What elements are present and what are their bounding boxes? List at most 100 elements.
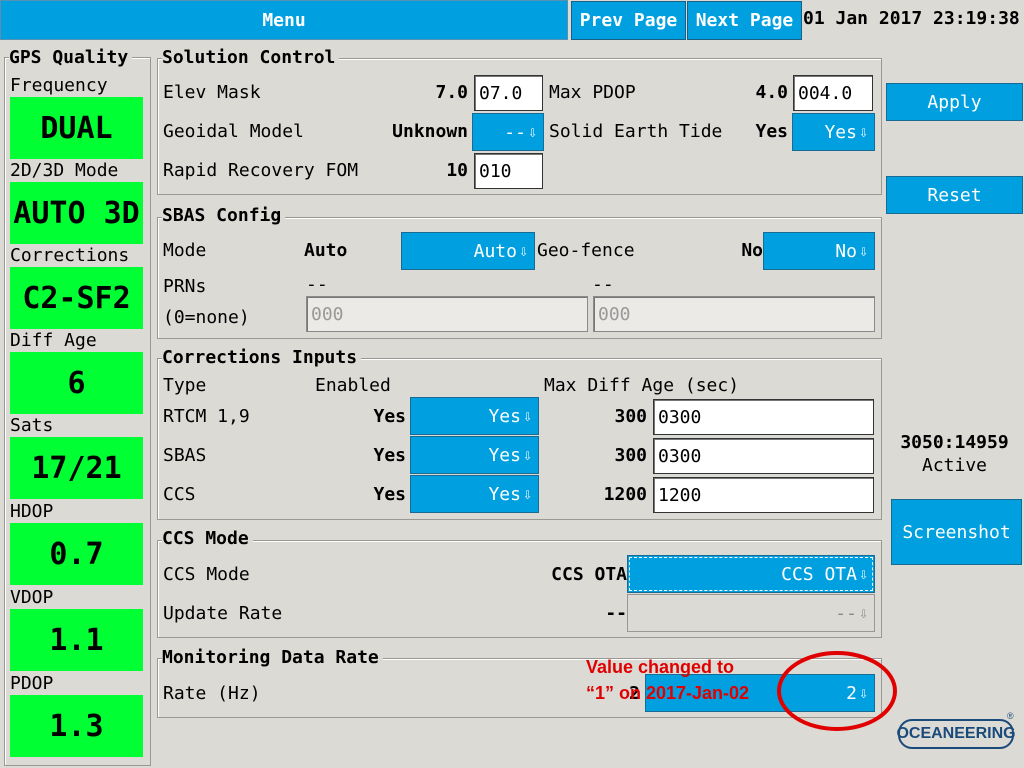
registered-mark: ®	[1007, 711, 1014, 721]
download-arrow-icon: ⇩	[522, 407, 532, 425]
solid-earth-tide-current: Yes	[755, 121, 788, 142]
next-page-button[interactable]: Next Page	[687, 1, 802, 40]
sbas-mode-label: Mode	[163, 240, 207, 261]
sbas-type-label: SBAS	[163, 445, 207, 466]
geo-fence-label: Geo-fence	[537, 240, 635, 261]
hdop-value: 0.7	[10, 523, 143, 585]
reset-button[interactable]: Reset	[886, 176, 1023, 214]
hdop-label: HDOP	[10, 501, 54, 522]
geo-fence-dropdown[interactable]: No ⇩	[763, 232, 875, 270]
geoidal-model-current: Unknown	[392, 121, 468, 142]
prns-sub-label: (0=none)	[163, 307, 250, 328]
download-arrow-icon: ⇩	[858, 123, 868, 141]
ccs-enabled-selected: Yes	[488, 483, 521, 505]
update-rate-current: --	[605, 603, 627, 624]
download-arrow-icon: ⇩	[518, 242, 528, 260]
update-rate-dropdown[interactable]: -- ⇩	[627, 594, 875, 632]
diff-age-label: Diff Age	[10, 330, 97, 351]
sbas-mode-selected: Auto	[473, 240, 517, 262]
col-type-header: Type	[163, 375, 207, 396]
ccs-mode-selected: CCS OTA	[781, 563, 857, 585]
ccs-mode-dropdown[interactable]: CCS OTA ⇩	[627, 555, 875, 593]
solid-earth-tide-label: Solid Earth Tide	[549, 121, 723, 142]
prn1-current: --	[306, 274, 328, 295]
rapid-recovery-input[interactable]: 010	[474, 153, 543, 189]
pdop-label: PDOP	[10, 673, 54, 694]
frequency-value: DUAL	[10, 97, 143, 159]
annotation-line-1: Value changed to	[586, 657, 735, 677]
ccs-enabled-dropdown[interactable]: Yes ⇩	[410, 475, 539, 513]
download-arrow-icon: ⇩	[522, 485, 532, 503]
ccs-type-label: CCS	[163, 484, 196, 505]
prn2-current: --	[592, 274, 614, 295]
menu-button[interactable]: Menu	[0, 0, 568, 40]
sats-label: Sats	[10, 415, 54, 436]
geoidal-model-dropdown[interactable]: -- ⇩	[472, 113, 544, 151]
prns-label: PRNs	[163, 276, 207, 297]
geoidal-model-selected: --	[504, 121, 526, 143]
rtcm-enabled-current: Yes	[373, 406, 406, 427]
status-text: Active	[921, 455, 988, 476]
prev-page-button[interactable]: Prev Page	[571, 1, 686, 40]
sats-value: 17/21	[10, 437, 143, 499]
ccs-age-input[interactable]: 1200	[653, 477, 874, 513]
download-arrow-icon: ⇩	[858, 565, 868, 583]
rtcm-age-input[interactable]: 0300	[653, 399, 874, 435]
geo-fence-selected: No	[835, 240, 857, 262]
screenshot-button[interactable]: Screenshot	[891, 499, 1022, 565]
sbas-enabled-selected: Yes	[488, 444, 521, 466]
oceaneering-logo: OCEANEERING	[896, 719, 1016, 749]
apply-button[interactable]: Apply	[886, 83, 1023, 121]
sbas-config-title: SBAS Config	[162, 205, 286, 226]
col-enabled-header: Enabled	[315, 375, 391, 396]
download-arrow-icon: ⇩	[858, 604, 868, 622]
mode-value: AUTO 3D	[10, 182, 143, 244]
sbas-mode-dropdown[interactable]: Auto ⇩	[401, 232, 535, 270]
solid-earth-tide-selected: Yes	[824, 121, 857, 143]
solid-earth-tide-dropdown[interactable]: Yes ⇩	[792, 113, 875, 151]
rtcm-enabled-dropdown[interactable]: Yes ⇩	[410, 397, 539, 435]
geoidal-model-label: Geoidal Model	[163, 121, 304, 142]
sbas-mode-current: Auto	[304, 240, 348, 261]
ccs-enabled-current: Yes	[373, 484, 406, 505]
download-arrow-icon: ⇩	[858, 242, 868, 260]
vdop-label: VDOP	[10, 587, 54, 608]
status-code: 3050:14959	[900, 432, 1009, 453]
max-pdop-input[interactable]: 004.0	[793, 75, 873, 111]
ccs-mode-current: CCS OTA	[551, 564, 627, 585]
elev-mask-input[interactable]: 07.0	[474, 75, 543, 111]
frequency-label: Frequency	[10, 75, 108, 96]
annotation-circle	[777, 651, 897, 731]
rate-label: Rate (Hz)	[163, 683, 261, 704]
download-arrow-icon: ⇩	[522, 446, 532, 464]
col-max-age-header: Max Diff Age (sec)	[544, 375, 740, 396]
ccs-mode-label: CCS Mode	[163, 564, 250, 585]
sbas-age-current: 300	[614, 445, 647, 466]
elev-mask-current: 7.0	[435, 82, 468, 103]
sbas-enabled-dropdown[interactable]: Yes ⇩	[410, 436, 539, 474]
download-arrow-icon: ⇩	[527, 123, 537, 141]
gps-quality-title: GPS Quality	[9, 47, 133, 68]
rtcm-age-current: 300	[614, 406, 647, 427]
datetime-display: 01 Jan 2017 23:19:38	[803, 8, 1020, 29]
max-pdop-label: Max PDOP	[549, 82, 636, 103]
monitoring-title: Monitoring Data Rate	[162, 647, 383, 668]
annotation-line-2: “1” on 2017-Jan-02	[586, 683, 750, 703]
sbas-age-input[interactable]: 0300	[653, 438, 874, 474]
geo-fence-current: No	[741, 240, 763, 261]
diff-age-value: 6	[10, 352, 143, 414]
corrections-inputs-title: Corrections Inputs	[162, 347, 362, 368]
corrections-label: Corrections	[10, 245, 130, 266]
rtcm-type-label: RTCM 1,9	[163, 406, 250, 427]
prn2-input[interactable]: 000	[593, 296, 875, 332]
ccs-mode-title: CCS Mode	[162, 528, 253, 549]
vdop-value: 1.1	[10, 609, 143, 671]
update-rate-selected: --	[835, 602, 857, 624]
max-pdop-current: 4.0	[755, 82, 788, 103]
rtcm-enabled-selected: Yes	[488, 405, 521, 427]
prn1-input[interactable]: 000	[306, 296, 588, 332]
corrections-value: C2-SF2	[10, 267, 143, 329]
solution-control-title: Solution Control	[162, 47, 340, 68]
ccs-age-current: 1200	[603, 484, 647, 505]
rapid-recovery-label: Rapid Recovery FOM	[163, 160, 359, 181]
